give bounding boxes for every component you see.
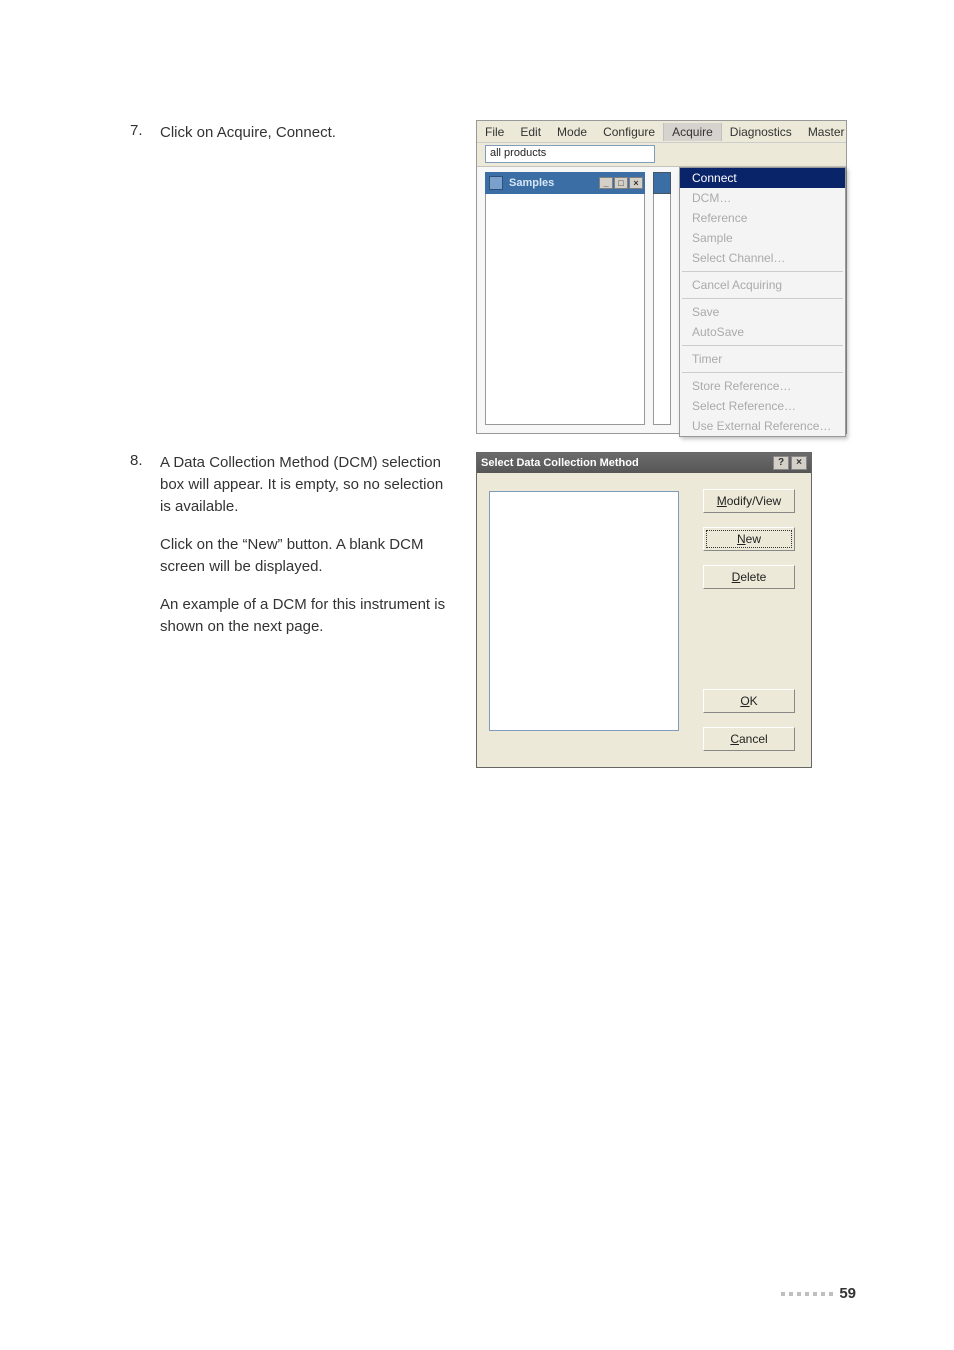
- menu-diagnostics[interactable]: Diagnostics: [722, 123, 800, 141]
- dot-icon: [829, 1292, 833, 1296]
- menu-mode[interactable]: Mode: [549, 123, 595, 141]
- menuitem-use-external-reference: Use External Reference…: [680, 416, 845, 436]
- step-8-p2: Click on the “New” button. A blank DCM s…: [160, 534, 450, 578]
- toolbar: all products: [477, 143, 846, 167]
- menu-configure[interactable]: Configure: [595, 123, 663, 141]
- acquire-dropdown: Connect DCM… Reference Sample Select Cha…: [679, 167, 846, 437]
- help-button[interactable]: ?: [773, 456, 789, 470]
- dot-icon: [797, 1292, 801, 1296]
- menu-separator: [682, 298, 843, 299]
- menu-separator: [682, 345, 843, 346]
- menuitem-connect[interactable]: Connect: [680, 168, 845, 188]
- samples-body: [485, 194, 645, 425]
- menuitem-cancel-acquiring: Cancel Acquiring: [680, 275, 845, 295]
- menu-edit[interactable]: Edit: [512, 123, 549, 141]
- menu-master[interactable]: Master: [800, 123, 853, 141]
- dialog-button-column: Modify/View New Delete: [703, 489, 795, 589]
- samples-title: Samples: [507, 177, 599, 189]
- chart-body-stub: [653, 194, 671, 425]
- menuitem-store-reference: Store Reference…: [680, 376, 845, 396]
- dialog-body: Modify/View New Delete OK Cancel: [477, 473, 811, 767]
- dcm-listbox[interactable]: [489, 491, 679, 731]
- step-7-text: Click on Acquire, Connect.: [160, 122, 450, 160]
- step-8-p3: An example of a DCM for this instrument …: [160, 594, 450, 638]
- menu-separator: [682, 271, 843, 272]
- menuitem-reference: Reference: [680, 208, 845, 228]
- samples-icon: [489, 176, 503, 190]
- step-8-number: 8.: [130, 452, 143, 469]
- modify-view-button[interactable]: Modify/View: [703, 489, 795, 513]
- dot-icon: [781, 1292, 785, 1296]
- dialog-titlebar: Select Data Collection Method ? ×: [477, 453, 811, 473]
- chart-titlebar-stub: [653, 172, 671, 194]
- dot-icon: [789, 1292, 793, 1296]
- step-8-text: A Data Collection Method (DCM) selection…: [160, 452, 450, 654]
- menuitem-select-channel: Select Channel…: [680, 248, 845, 268]
- ok-button[interactable]: OK: [703, 689, 795, 713]
- samples-titlebar: Samples _ □ ×: [485, 172, 645, 194]
- page-footer: 59: [781, 1285, 856, 1302]
- menuitem-select-reference: Select Reference…: [680, 396, 845, 416]
- footer-dots: [781, 1292, 833, 1296]
- dot-icon: [813, 1292, 817, 1296]
- minimize-icon[interactable]: _: [599, 177, 613, 189]
- document-page: 7. Click on Acquire, Connect. File Edit …: [0, 0, 954, 1350]
- menuitem-save: Save: [680, 302, 845, 322]
- close-button[interactable]: ×: [791, 456, 807, 470]
- client-area: Samples _ □ × Connect DCM… Reference Sam…: [477, 167, 846, 433]
- dialog-ok-column: OK Cancel: [703, 689, 795, 751]
- delete-button[interactable]: Delete: [703, 565, 795, 589]
- menuitem-dcm[interactable]: DCM…: [680, 188, 845, 208]
- maximize-icon[interactable]: □: [614, 177, 628, 189]
- menu-bar: File Edit Mode Configure Acquire Diagnos…: [477, 121, 846, 143]
- product-combo[interactable]: all products: [485, 145, 655, 163]
- menu-file[interactable]: File: [477, 123, 512, 141]
- menu-separator: [682, 372, 843, 373]
- dot-icon: [821, 1292, 825, 1296]
- close-icon[interactable]: ×: [629, 177, 643, 189]
- menuitem-timer: Timer: [680, 349, 845, 369]
- cancel-button[interactable]: Cancel: [703, 727, 795, 751]
- samples-window-buttons: _ □ ×: [599, 177, 643, 189]
- step-7-paragraph: Click on Acquire, Connect.: [160, 122, 450, 144]
- select-dcm-dialog: Select Data Collection Method ? × Modify…: [476, 452, 812, 768]
- dialog-title: Select Data Collection Method: [481, 457, 639, 469]
- app-window: File Edit Mode Configure Acquire Diagnos…: [476, 120, 847, 434]
- menuitem-autosave: AutoSave: [680, 322, 845, 342]
- dot-icon: [805, 1292, 809, 1296]
- page-number: 59: [839, 1285, 856, 1302]
- menu-acquire[interactable]: Acquire: [663, 123, 722, 141]
- new-button[interactable]: New: [703, 527, 795, 551]
- step-7-number: 7.: [130, 122, 143, 139]
- menuitem-sample: Sample: [680, 228, 845, 248]
- step-8-p1: A Data Collection Method (DCM) selection…: [160, 452, 450, 518]
